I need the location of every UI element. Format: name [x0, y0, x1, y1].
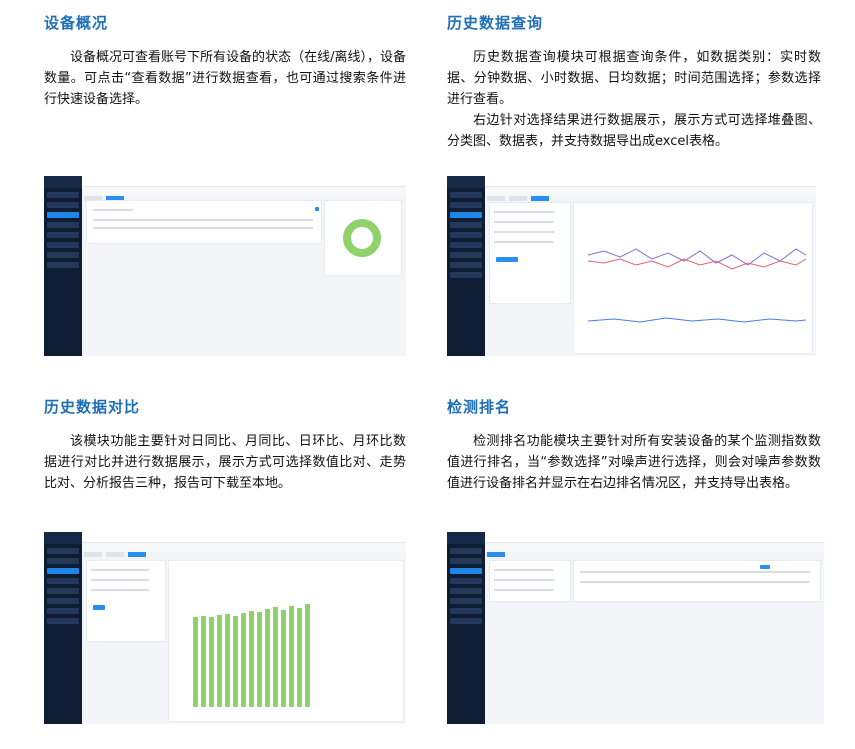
screenshot-line-chart: [587, 248, 807, 323]
screenshot-sidebar: [44, 532, 82, 724]
screenshot-ranking: [447, 532, 824, 724]
section-paragraph: 右边针对选择结果进行数据展示，展示方式可选择堆叠图、分类图、数据表，并支持数据导…: [447, 113, 821, 149]
screenshot-sidebar: [447, 532, 485, 724]
screenshot-param-panel: [489, 560, 571, 602]
section-device-overview: 设备概况 设备概况可查看账号下所有设备的状态（在线/离线），设备数量。可点击“查…: [44, 12, 406, 110]
screenshot-sidebar: [447, 176, 485, 356]
screenshot-ranking-panel: [573, 560, 821, 602]
section-paragraph: 历史数据查询模块可根据查询条件，如数据类别：实时数据、分钟数据、小时数据、日均数…: [447, 50, 821, 107]
section-title: 设备概况: [44, 14, 109, 32]
screenshot-query-panel: [489, 202, 571, 304]
screenshot-history-query: [447, 176, 816, 356]
section-ranking: 检测排名 检测排名功能模块主要针对所有安装设备的某个监测指数数值进行排名，当“参…: [447, 396, 821, 494]
section-paragraph: 该模块功能主要针对日同比、月同比、日环比、月环比数据进行对比并进行数据展示，展示…: [44, 434, 406, 491]
screenshot-device-overview: [44, 176, 406, 356]
section-paragraph: 检测排名功能模块主要针对所有安装设备的某个监测指数数值进行排名，当“参数选择”对…: [447, 434, 821, 491]
section-title: 历史数据查询: [447, 14, 544, 32]
screenshot-line-chart-panel: [573, 202, 813, 354]
screenshot-bar-chart-panel: [168, 560, 404, 722]
section-title: 检测排名: [447, 398, 512, 416]
screenshot-donut-panel: [324, 200, 402, 276]
screenshot-history-compare: [44, 532, 406, 724]
section-paragraph: 设备概况可查看账号下所有设备的状态（在线/离线），设备数量。可点击“查看数据”进…: [44, 50, 406, 107]
screenshot-compare-panel: [86, 560, 166, 642]
screenshot-bar-chart: [189, 589, 395, 707]
section-history-query: 历史数据查询 历史数据查询模块可根据查询条件，如数据类别：实时数据、分钟数据、小…: [447, 12, 821, 152]
section-history-compare: 历史数据对比 该模块功能主要针对日同比、月同比、日环比、月环比数据进行对比并进行…: [44, 396, 406, 494]
section-title: 历史数据对比: [44, 398, 141, 416]
screenshot-sidebar: [44, 176, 82, 356]
screenshot-table-panel: [86, 200, 322, 244]
